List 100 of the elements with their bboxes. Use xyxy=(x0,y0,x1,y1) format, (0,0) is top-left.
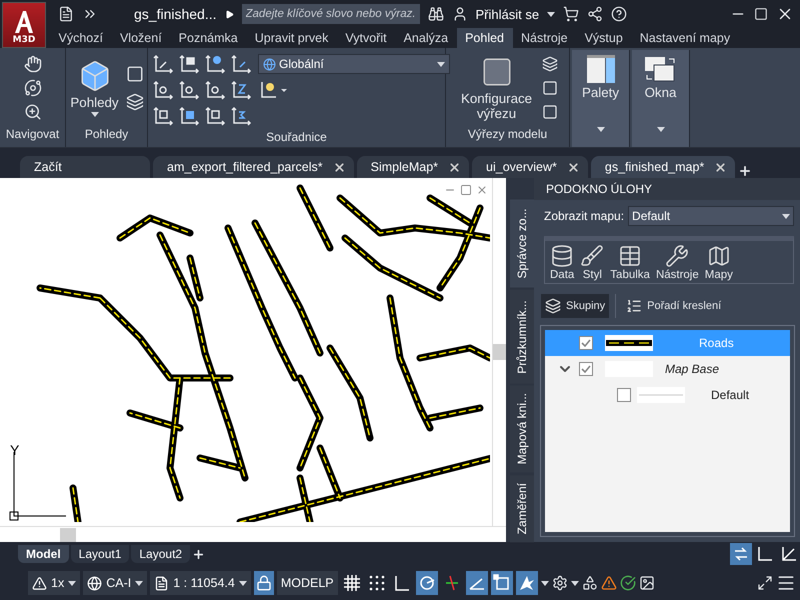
ucs-icon[interactable] xyxy=(204,106,226,126)
close-icon[interactable] xyxy=(714,160,728,174)
restore-icon[interactable] xyxy=(460,184,472,196)
annotate-toggle-icon[interactable] xyxy=(516,571,538,595)
map-dropdown[interactable]: Default xyxy=(628,206,794,226)
style-icon xyxy=(580,244,604,268)
annotation-icon xyxy=(32,576,47,590)
layer-checkbox[interactable] xyxy=(579,336,593,350)
ucs-icon[interactable] xyxy=(204,80,226,100)
search-field[interactable]: Zadejte klíčové slovo nebo výraz. xyxy=(242,4,420,24)
ribbon-tab[interactable]: Vložení xyxy=(111,28,170,48)
ucs-icon[interactable] xyxy=(178,80,200,100)
expand-arrow-icon[interactable] xyxy=(224,10,234,18)
ucs-icon[interactable] xyxy=(178,54,200,74)
annotation-scale-control[interactable]: 1x xyxy=(28,571,80,595)
ribbon-tab[interactable]: Vytvořit xyxy=(336,28,396,48)
ucs-icon[interactable] xyxy=(230,54,252,74)
layout-tab[interactable]: Model xyxy=(18,545,69,563)
tool-button[interactable]: Mapy xyxy=(704,244,734,281)
vertical-scrollbar[interactable] xyxy=(492,178,506,526)
ribbon-tab[interactable]: Poznámka xyxy=(170,28,246,48)
network-icon[interactable] xyxy=(587,6,604,22)
swap-tool-icon[interactable] xyxy=(730,543,752,565)
scale-control[interactable]: 1 : 11054.4 xyxy=(150,571,251,595)
settings-icon[interactable] xyxy=(552,575,568,591)
document-icon xyxy=(154,576,170,590)
layout-tab[interactable]: Layout1 xyxy=(70,545,130,563)
caret-icon xyxy=(656,127,664,132)
maximize-icon[interactable] xyxy=(754,7,768,21)
palettes-icon xyxy=(586,55,614,83)
side-tab[interactable]: Mapová kni... xyxy=(510,385,534,473)
orbit-icon[interactable] xyxy=(24,78,42,96)
ucs-icon[interactable] xyxy=(152,106,174,126)
side-tab[interactable]: Zaměření xyxy=(510,474,534,542)
ribbon-tab[interactable]: Nástroje xyxy=(512,28,576,48)
layout-tab[interactable]: Layout2 xyxy=(131,545,190,563)
layer-style-swatch xyxy=(637,387,685,403)
ribbon-tab[interactable]: Výstup xyxy=(576,28,632,48)
side-tab[interactable]: Průzkumník... xyxy=(510,290,534,384)
tool-button[interactable]: Tabulka xyxy=(609,244,651,281)
ucs-icon[interactable] xyxy=(204,54,226,74)
ribbon-tab[interactable]: Analýza xyxy=(395,28,457,48)
ucs-icon[interactable] xyxy=(230,106,252,126)
ucs-icon[interactable] xyxy=(230,80,252,100)
tool-button[interactable]: Nástroje xyxy=(654,244,700,281)
ribbon-tab[interactable]: Výchozí xyxy=(50,28,112,48)
document-tab[interactable]: Začít xyxy=(20,156,150,178)
document-tab[interactable]: am_export_filtered_parcels* xyxy=(153,156,354,178)
ucs-icon[interactable] xyxy=(152,80,174,100)
ucs-icon[interactable] xyxy=(178,106,200,126)
ribbon-tab[interactable]: Upravit prvek xyxy=(246,28,337,48)
pan-hand-icon[interactable] xyxy=(24,54,42,72)
new-file-icon[interactable] xyxy=(58,6,74,22)
ucs-dropdown[interactable]: Globální xyxy=(258,54,450,74)
views-button[interactable]: Pohledy xyxy=(70,58,120,118)
tool-button[interactable]: Styl xyxy=(579,244,606,281)
caret-icon xyxy=(570,580,579,586)
layer-checkbox[interactable] xyxy=(617,388,631,402)
globe-icon xyxy=(87,576,102,590)
binoculars-icon[interactable] xyxy=(428,6,444,22)
layer-row[interactable]: Default xyxy=(545,382,790,408)
panel-title: Výřezy modelu xyxy=(466,127,548,143)
polar-toggle-icon[interactable] xyxy=(416,571,438,595)
cart-icon[interactable] xyxy=(563,6,580,22)
close-icon[interactable] xyxy=(566,160,580,174)
ribbon-tab[interactable]: Nastavení mapy xyxy=(631,28,739,48)
help-icon[interactable] xyxy=(611,6,628,22)
check-icon[interactable] xyxy=(620,575,636,591)
lock-toggle-icon[interactable] xyxy=(254,571,274,595)
new-tab-icon[interactable] xyxy=(738,164,752,178)
select-toggle-icon[interactable] xyxy=(490,571,513,595)
sign-in-link[interactable]: Přihlásit se xyxy=(476,6,540,22)
coordinate-system-control[interactable]: CA-I xyxy=(83,571,148,595)
document-tab[interactable]: SimpleMap* xyxy=(356,156,470,178)
horizontal-scrollbar[interactable] xyxy=(0,526,506,542)
user-icon[interactable] xyxy=(452,6,468,22)
side-tab[interactable]: Správce zo... xyxy=(510,200,534,288)
close-icon[interactable] xyxy=(332,160,346,174)
angle-toggle-icon[interactable] xyxy=(466,571,488,595)
layer-checkbox[interactable] xyxy=(579,362,593,376)
application-menu-button[interactable]: M3D xyxy=(2,2,46,48)
tool-button[interactable]: Data xyxy=(549,244,576,281)
view-mode-button[interactable]: Skupiny xyxy=(541,294,610,318)
caret-icon xyxy=(782,214,790,218)
shapes-icon[interactable] xyxy=(582,575,598,591)
table-icon xyxy=(618,244,642,268)
image-icon[interactable] xyxy=(638,575,655,591)
view-mode-button[interactable]: Pořadí kreslení xyxy=(622,294,726,318)
ribbon-tab[interactable]: Pohled xyxy=(456,28,513,48)
viewport-configuration-button[interactable]: Konfigurace výřezu xyxy=(458,54,536,122)
model-space-button[interactable]: MODELP xyxy=(276,571,338,595)
warning-icon[interactable] xyxy=(600,575,617,591)
fullscreen-icon[interactable] xyxy=(757,575,773,591)
ucs-icon[interactable] xyxy=(152,54,174,74)
close-icon[interactable] xyxy=(448,160,462,174)
new-layout-icon[interactable] xyxy=(192,548,206,560)
document-tab[interactable]: ui_overview* xyxy=(472,156,588,178)
layer-row[interactable]: Map Base xyxy=(545,356,790,382)
document-tab[interactable]: gs_finished_map* xyxy=(590,156,736,178)
zoom-icon[interactable] xyxy=(24,102,42,120)
